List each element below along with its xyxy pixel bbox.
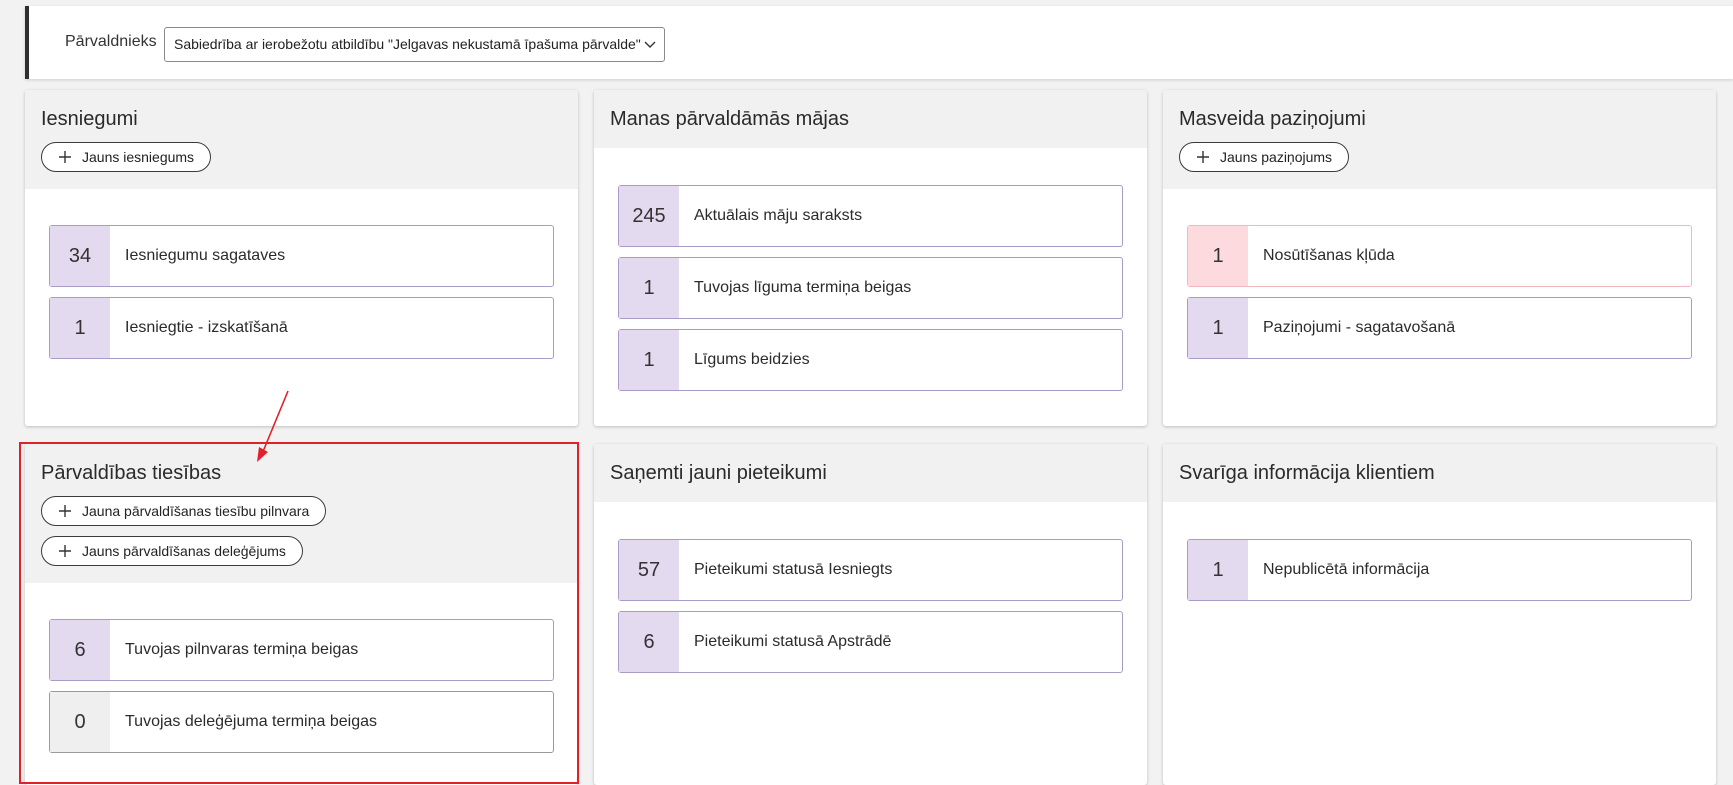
card-management-rights-header: Pārvaldības tiesības Jauna pārvaldīšanas… — [25, 444, 578, 583]
stat-sending-error[interactable]: 1 Nosūtīšanas kļūda — [1187, 225, 1692, 287]
manager-label: Pārvaldnieks — [65, 33, 157, 50]
stat-applications-processing[interactable]: 6 Pieteikumi statusā Apstrādē — [618, 611, 1123, 673]
card-management-rights: Pārvaldības tiesības Jauna pārvaldīšanas… — [25, 444, 578, 785]
card-title: Manas pārvaldāmās mājas — [610, 108, 849, 130]
card-submissions: Iesniegumi Jauns iesniegums 34 Iesniegum… — [25, 90, 578, 426]
stat-value: 6 — [50, 620, 110, 680]
card-important-info-header: Svarīga informācija klientiem — [1163, 444, 1716, 502]
card-title: Masveida paziņojumi — [1179, 108, 1366, 130]
stat-value: 0 — [50, 692, 110, 752]
plus-icon — [1197, 151, 1209, 163]
button-label: Jauns iesniegums — [82, 149, 195, 165]
stat-contract-expired[interactable]: 1 Līgums beidzies — [618, 329, 1123, 391]
card-houses-header: Manas pārvaldāmās mājas — [594, 90, 1147, 148]
stat-value: 1 — [50, 298, 110, 358]
manager-bar: Pārvaldnieks Sabiedrība ar ierobežotu at… — [25, 6, 1733, 79]
card-important-info: Svarīga informācija klientiem 1 Nepublic… — [1163, 444, 1716, 785]
stat-poa-expiring[interactable]: 6 Tuvojas pilnvaras termiņa beigas — [49, 619, 554, 681]
stat-contract-expiring[interactable]: 1 Tuvojas līguma termiņa beigas — [618, 257, 1123, 319]
stat-label: Iesniegumu sagataves — [125, 247, 286, 264]
stat-label: Nosūtīšanas kļūda — [1263, 247, 1395, 264]
card-mass-notices-header: Masveida paziņojumi Jauns paziņojums — [1163, 90, 1716, 189]
button-label: Jauns pārvaldīšanas deleģējums — [82, 543, 286, 559]
stat-submitted-review[interactable]: 1 Iesniegtie - izskatīšanā — [49, 297, 554, 359]
stat-value: 1 — [619, 258, 679, 318]
stat-value: 1 — [619, 330, 679, 390]
button-label: Jauna pārvaldīšanas tiesību pilnvara — [82, 503, 310, 519]
card-mass-notices: Masveida paziņojumi Jauns paziņojums 1 N… — [1163, 90, 1716, 426]
stat-label: Pieteikumi statusā Apstrādē — [694, 633, 892, 650]
stat-delegation-expiring[interactable]: 0 Tuvojas deleģējuma termiņa beigas — [49, 691, 554, 753]
new-delegation-button[interactable]: Jauns pārvaldīšanas deleģējums — [41, 536, 303, 566]
stat-label: Paziņojumi - sagatavošanā — [1263, 319, 1456, 336]
stat-value: 57 — [619, 540, 679, 600]
new-notice-button[interactable]: Jauns paziņojums — [1179, 142, 1350, 172]
plus-icon — [59, 505, 71, 517]
stat-value: 1 — [1188, 226, 1248, 286]
new-power-of-attorney-button[interactable]: Jauna pārvaldīšanas tiesību pilnvara — [41, 496, 327, 526]
stat-current-houses[interactable]: 245 Aktuālais māju saraksts — [618, 185, 1123, 247]
card-title: Pārvaldības tiesības — [41, 462, 222, 484]
stat-label: Tuvojas deleģējuma termiņa beigas — [125, 713, 377, 730]
stat-notices-drafting[interactable]: 1 Paziņojumi - sagatavošanā — [1187, 297, 1692, 359]
button-label: Jauns paziņojums — [1220, 149, 1333, 165]
manager-select[interactable]: Sabiedrība ar ierobežotu atbildību "Jelg… — [164, 27, 665, 62]
stat-label: Līgums beidzies — [694, 351, 810, 368]
plus-icon — [59, 151, 71, 163]
plus-icon — [59, 545, 71, 557]
stat-value: 34 — [50, 226, 110, 286]
arrow-annotation-icon — [257, 390, 289, 462]
stat-unpublished-info[interactable]: 1 Nepublicētā informācija — [1187, 539, 1692, 601]
stat-applications-submitted[interactable]: 57 Pieteikumi statusā Iesniegts — [618, 539, 1123, 601]
card-title: Iesniegumi — [41, 108, 138, 130]
card-title: Svarīga informācija klientiem — [1179, 462, 1435, 484]
stat-value: 1 — [1188, 298, 1248, 358]
stat-value: 245 — [619, 186, 679, 246]
stat-label: Nepublicētā informācija — [1263, 561, 1430, 578]
card-new-applications: Saņemti jauni pieteikumi 57 Pieteikumi s… — [594, 444, 1147, 785]
chevron-down-icon — [644, 41, 656, 48]
card-submissions-header: Iesniegumi Jauns iesniegums — [25, 90, 578, 189]
stat-submission-drafts[interactable]: 34 Iesniegumu sagataves — [49, 225, 554, 287]
stat-label: Aktuālais māju saraksts — [694, 207, 863, 224]
stat-label: Iesniegtie - izskatīšanā — [125, 319, 288, 336]
stat-label: Tuvojas pilnvaras termiņa beigas — [125, 641, 359, 658]
card-houses: Manas pārvaldāmās mājas 245 Aktuālais mā… — [594, 90, 1147, 426]
stat-value: 1 — [1188, 540, 1248, 600]
stat-label: Tuvojas līguma termiņa beigas — [694, 279, 912, 296]
card-new-applications-header: Saņemti jauni pieteikumi — [594, 444, 1147, 502]
new-submission-button[interactable]: Jauns iesniegums — [41, 142, 212, 172]
stat-label: Pieteikumi statusā Iesniegts — [694, 561, 893, 578]
stat-value: 6 — [619, 612, 679, 672]
card-title: Saņemti jauni pieteikumi — [610, 462, 827, 484]
manager-select-value: Sabiedrība ar ierobežotu atbildību "Jelg… — [174, 36, 641, 52]
